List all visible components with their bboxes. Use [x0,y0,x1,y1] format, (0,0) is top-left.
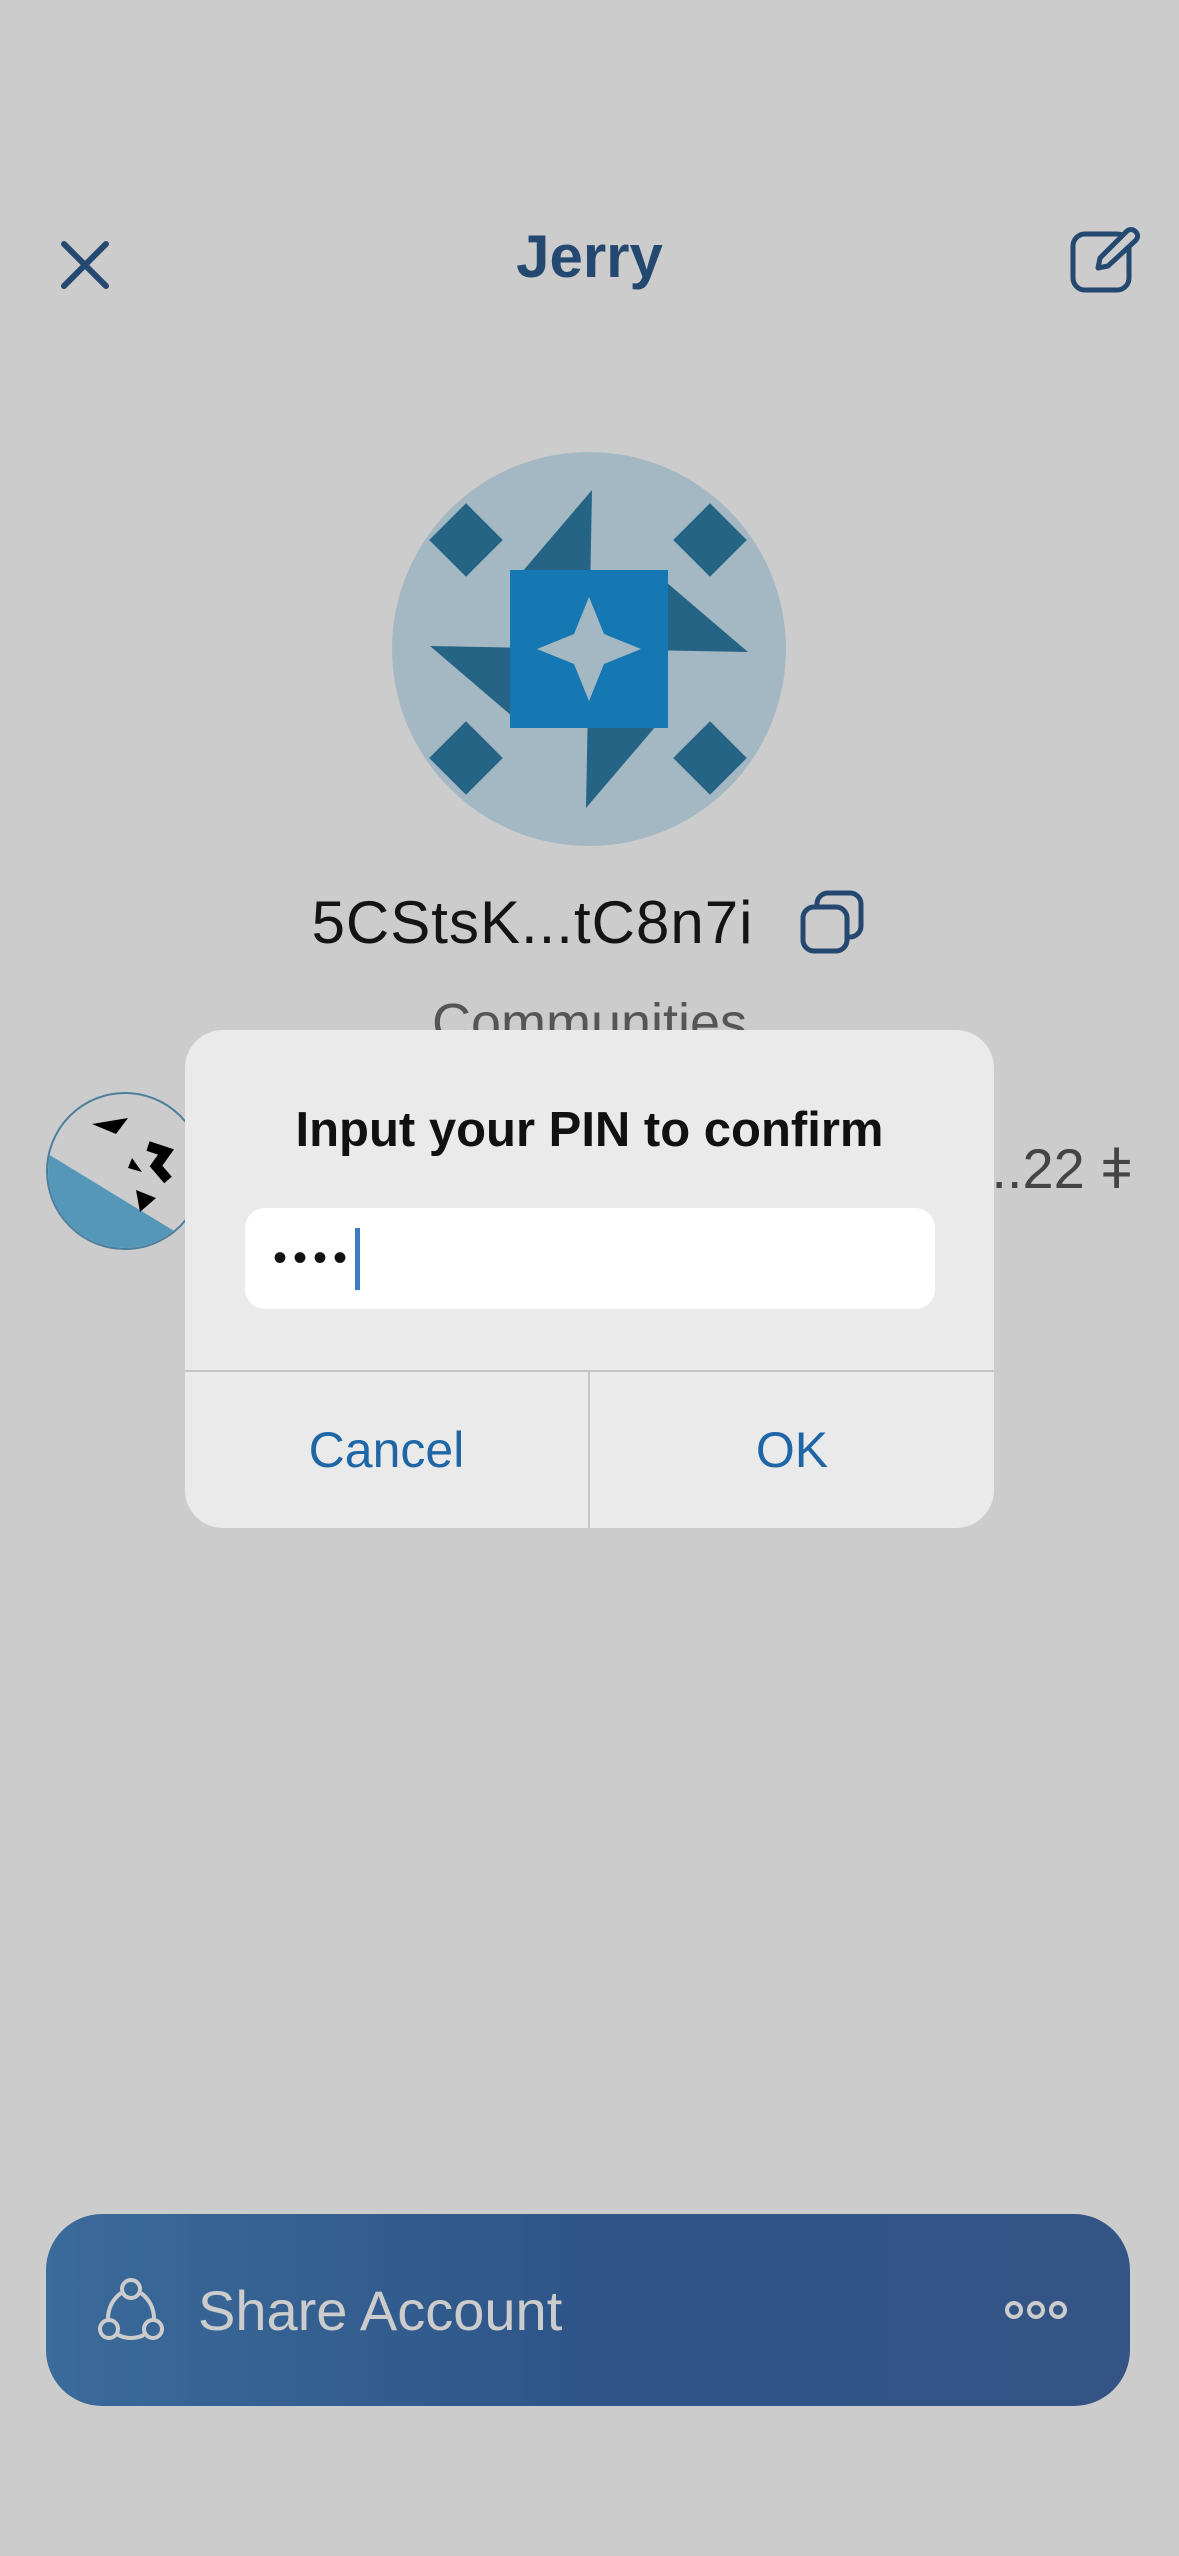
pin-value: •••• [273,1236,354,1280]
ok-button[interactable]: OK [590,1372,994,1528]
pin-confirm-dialog: Input your PIN to confirm •••• Cancel OK [185,1030,994,1528]
text-caret [355,1227,361,1290]
pin-input[interactable]: •••• [245,1208,935,1309]
dialog-title: Input your PIN to confirm [295,1103,884,1157]
cancel-button[interactable]: Cancel [185,1372,588,1528]
